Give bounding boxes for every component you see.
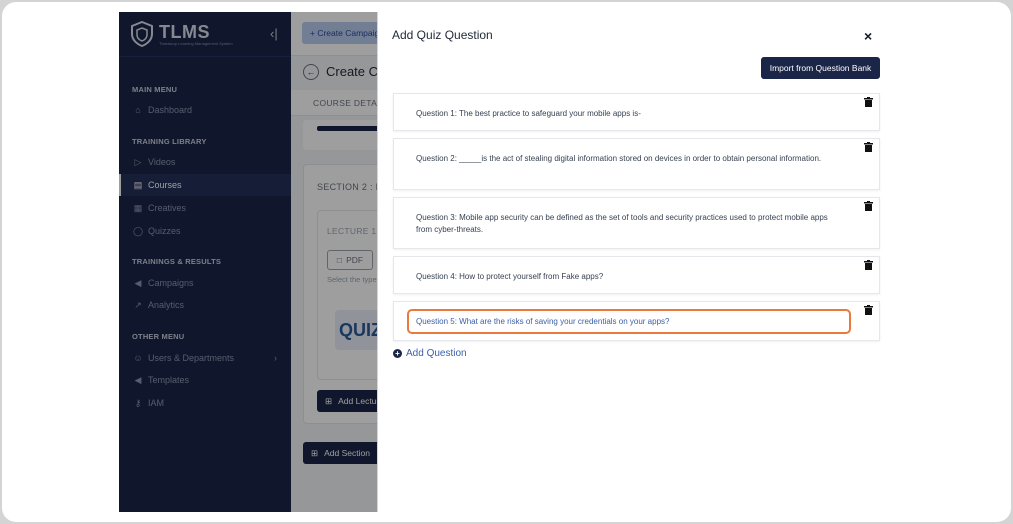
trash-icon[interactable] (864, 142, 873, 152)
import-from-question-bank-button[interactable]: Import from Question Bank (761, 57, 880, 79)
question-row-4[interactable]: Question 4: How to protect yourself from… (393, 256, 880, 294)
question-text: Question 5: What are the risks of saving… (416, 317, 670, 326)
trash-icon[interactable] (864, 305, 873, 315)
add-quiz-question-modal: Add Quiz Question × Import from Question… (377, 12, 894, 512)
question-text: Question 3: Mobile app security can be d… (416, 213, 828, 234)
question-row-1[interactable]: Question 1: The best practice to safegua… (393, 93, 880, 131)
trash-icon[interactable] (864, 260, 873, 270)
question-text: Question 2: _____is the act of stealing … (416, 154, 822, 163)
close-button[interactable]: × (864, 28, 872, 44)
add-question-button[interactable]: + Add Question (393, 348, 467, 359)
question-row-3[interactable]: Question 3: Mobile app security can be d… (393, 197, 880, 249)
add-question-label: Add Question (406, 348, 467, 359)
trash-icon[interactable] (864, 201, 873, 211)
question-row-5[interactable]: Question 5: What are the risks of saving… (393, 301, 880, 341)
app-window: TLMS Threatcop Learning Management Syste… (119, 12, 894, 512)
modal-title: Add Quiz Question (392, 28, 493, 42)
question-text: Question 1: The best practice to safegua… (416, 109, 641, 118)
trash-icon[interactable] (864, 97, 873, 107)
question-text: Question 4: How to protect yourself from… (416, 272, 604, 281)
question-row-2[interactable]: Question 2: _____is the act of stealing … (393, 138, 880, 190)
plus-circle-icon: + (393, 349, 402, 358)
